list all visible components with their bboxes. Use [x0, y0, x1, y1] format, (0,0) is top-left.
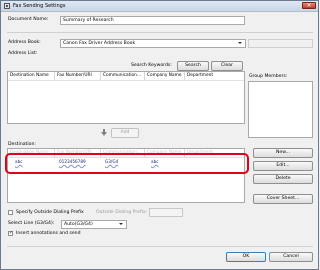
outside-dialing-prefix-field[interactable]	[149, 208, 183, 217]
column-header[interactable]: Destination Name	[8, 72, 55, 80]
add-button[interactable]: Add	[111, 128, 139, 138]
address-list-table[interactable]: Destination Name Fax Number/URI Communic…	[7, 71, 245, 124]
document-name-field[interactable]: Summary of Research	[60, 16, 245, 25]
ok-button[interactable]: OK	[226, 252, 266, 262]
document-name-label: Document Name:	[8, 17, 49, 22]
outside-dialing-prefix-label: Outside Dialing Prefix:	[96, 210, 148, 215]
window-title: Fax Sending Settings	[13, 3, 66, 9]
outside-dialing-checkbox[interactable]	[8, 210, 13, 215]
destination-label: Destination:	[8, 142, 36, 147]
column-header[interactable]: Company Name	[145, 72, 185, 80]
address-list-label: Address List:	[8, 51, 38, 56]
group-members-label: Group Members:	[249, 74, 288, 79]
group-members-list[interactable]	[248, 81, 313, 138]
column-header[interactable]: Communication...	[101, 72, 145, 80]
address-book-extra-field	[248, 39, 313, 48]
new-button[interactable]: New...	[253, 148, 313, 158]
cover-sheet-button[interactable]: Cover Sheet...	[253, 194, 313, 204]
divider	[7, 246, 313, 247]
chevron-down-icon	[238, 42, 242, 44]
title-bar: Fax Sending Settings ✕	[1, 1, 318, 12]
fax-sending-settings-dialog: Fax Sending Settings ✕ Document Name: Su…	[0, 0, 319, 270]
clear-button[interactable]: Clear	[211, 61, 243, 71]
select-line-label: Select Line (G3/G4):	[8, 221, 55, 226]
fax-app-icon	[4, 3, 10, 9]
divider	[7, 32, 313, 33]
close-button[interactable]: ✕	[302, 2, 316, 9]
address-book-value: Canon Fax Driver Address Book	[63, 41, 136, 46]
select-line-select[interactable]: Auto(G3/G4)	[61, 220, 127, 229]
chevron-down-icon	[119, 223, 123, 225]
search-keywords-label: Search Keywords:	[131, 63, 172, 68]
address-book-select[interactable]: Canon Fax Driver Address Book	[60, 39, 246, 48]
address-book-label: Address Book:	[8, 40, 41, 45]
column-header[interactable]: Department	[185, 72, 225, 80]
address-list-header: Destination Name Fax Number/URI Communic…	[8, 72, 244, 81]
highlight-frame	[5, 153, 249, 174]
arrow-down-icon	[101, 129, 107, 136]
delete-button[interactable]: Delete	[253, 174, 313, 184]
edit-button[interactable]: Edit...	[253, 161, 313, 171]
search-button[interactable]: Search	[177, 61, 209, 71]
insert-annotations-checkbox[interactable]	[8, 230, 13, 236]
outside-dialing-label: Specify Outside Dialing Prefix	[16, 210, 84, 215]
cancel-button[interactable]: Cancel	[269, 252, 313, 262]
select-line-value: Auto(G3/G4)	[64, 222, 93, 227]
insert-annotations-label: Insert annotations and send	[16, 231, 81, 236]
column-header[interactable]: Fax Number/URI	[55, 72, 101, 80]
